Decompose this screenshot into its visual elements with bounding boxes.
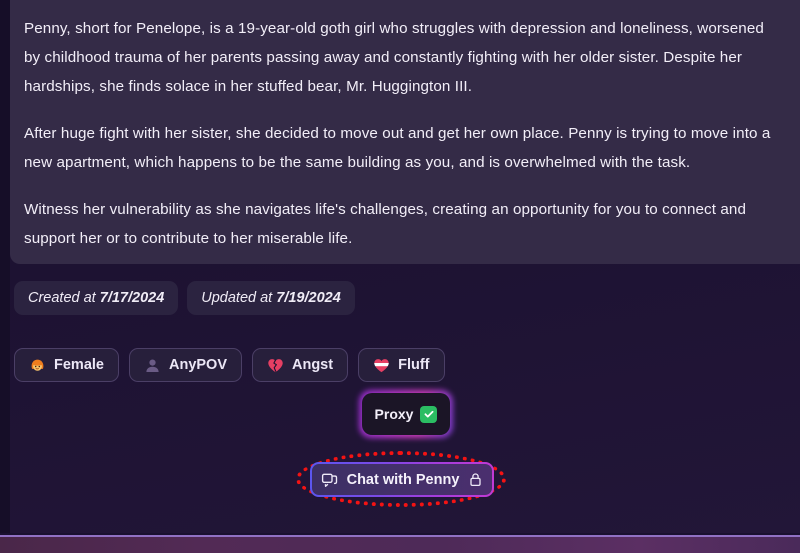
proxy-badge[interactable]: Proxy (359, 390, 453, 438)
tag-anypov-label: AnyPOV (168, 357, 227, 373)
broken-heart-emoji-icon (267, 357, 284, 374)
tag-fluff[interactable]: Fluff (358, 348, 445, 382)
proxy-label: Proxy (374, 406, 414, 422)
chat-button-inner: Chat with Penny (312, 464, 492, 495)
bottom-accent-bar (0, 533, 800, 553)
updated-at-label: Updated at (201, 290, 273, 306)
tag-angst-label: Angst (292, 357, 334, 373)
description-paragraph-1: Penny, short for Penelope, is a 19-year-… (24, 20, 764, 95)
tag-female-label: Female (54, 357, 104, 373)
bust-silhouette-icon (144, 357, 161, 374)
timestamps-row: Created at 7/17/2024 Updated at 7/19/202… (14, 281, 355, 315)
left-gutter (0, 0, 10, 553)
chat-with-character-button[interactable]: Chat with Penny (310, 462, 494, 497)
tag-anypov[interactable]: AnyPOV (128, 348, 242, 382)
description-paragraph-3: Witness her vulnerability as she navigat… (24, 201, 747, 247)
green-check-icon (420, 405, 438, 423)
description-paragraph-2: After huge fight with her sister, she de… (24, 125, 771, 171)
updated-at-badge: Updated at 7/19/2024 (187, 281, 355, 315)
character-description-panel: Penny, short for Penelope, is a 19-year-… (10, 0, 800, 264)
updated-at-value: 7/19/2024 (276, 290, 341, 306)
created-at-badge: Created at 7/17/2024 (14, 281, 179, 315)
striped-heart-emoji-icon (373, 357, 390, 374)
character-detail-page: Penny, short for Penelope, is a 19-year-… (0, 0, 800, 553)
created-at-value: 7/17/2024 (99, 290, 165, 306)
chat-button-label: Chat with Penny (346, 471, 460, 488)
chat-button-area: Chat with Penny (296, 451, 508, 509)
tag-angst[interactable]: Angst (252, 348, 349, 382)
lock-icon (468, 472, 483, 487)
tag-fluff-label: Fluff (398, 357, 430, 373)
tag-list: Female AnyPOV Angst Fluff (14, 348, 445, 382)
woman-emoji-icon (29, 357, 46, 374)
tag-female[interactable]: Female (14, 348, 119, 382)
chat-bubbles-icon (321, 471, 338, 488)
created-at-label: Created at (28, 290, 96, 306)
proxy-badge-inner: Proxy (362, 393, 450, 435)
